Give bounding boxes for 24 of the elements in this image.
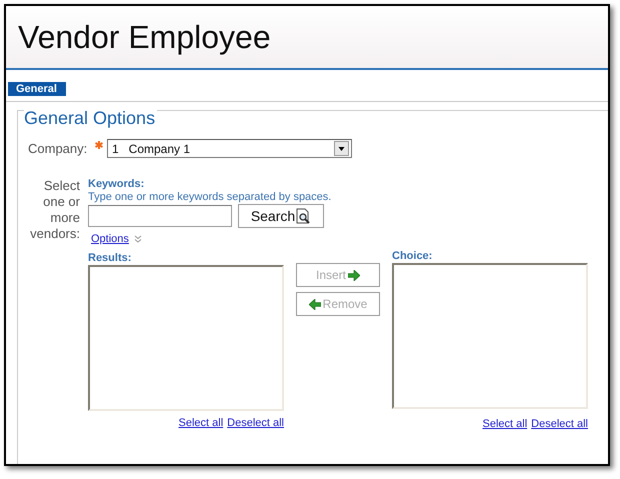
select-all-link[interactable]: Select all — [178, 417, 224, 429]
company-dropdown[interactable]: 1 Company 1 — [107, 139, 352, 158]
options-link[interactable]: Options — [91, 233, 129, 245]
keyword-field[interactable] — [88, 205, 232, 227]
hint-text: Type one or more keywords separated by spaces. — [88, 191, 332, 203]
list-box[interactable] — [88, 265, 284, 411]
deselect-all-link[interactable]: Deselect all — [227, 417, 284, 429]
select-all-link[interactable]: Select all — [482, 418, 528, 430]
dropdown-caret-icon — [334, 141, 349, 156]
tab[interactable]: General — [8, 82, 66, 96]
field-label: Select one or more vendors: — [29, 178, 80, 243]
list-label: Results: — [88, 252, 132, 264]
keywords-label: Keywords: — [88, 178, 146, 190]
list-box[interactable] — [392, 263, 588, 409]
arrow-left-icon — [308, 298, 321, 310]
section-title: General Options — [24, 108, 158, 129]
deselect-all-link[interactable]: Deselect all — [531, 418, 588, 430]
window-title: Vendor Employee — [18, 18, 271, 56]
field-label: Company: — [28, 141, 88, 156]
search-button[interactable]: Search — [238, 204, 324, 228]
arrow-right-icon — [348, 270, 360, 280]
chevron-down-icon — [134, 235, 142, 243]
search-icon — [296, 208, 312, 224]
list-label: Choice: — [392, 250, 434, 262]
